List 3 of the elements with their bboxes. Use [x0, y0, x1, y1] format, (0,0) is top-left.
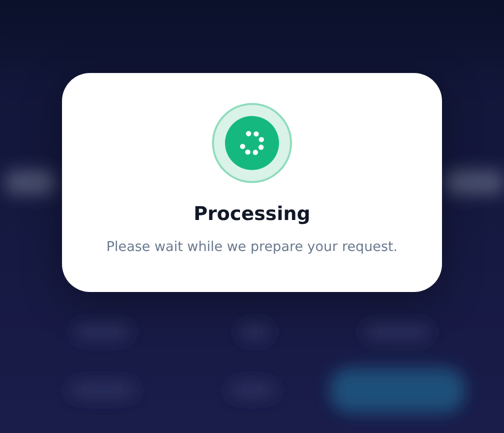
dialog-title: Processing	[194, 202, 310, 226]
dialog-message: Please wait while we prepare your request.	[106, 238, 398, 256]
loading-spinner-icon	[212, 103, 292, 183]
